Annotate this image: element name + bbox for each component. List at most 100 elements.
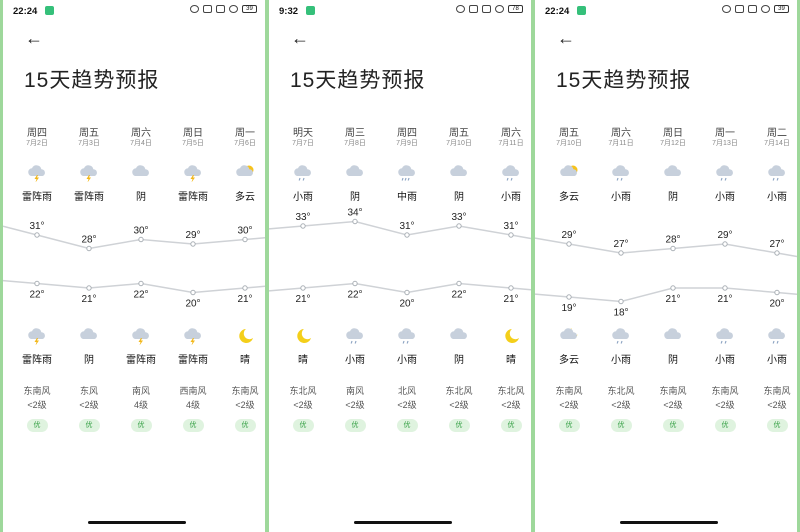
aqi-badge: 优 — [751, 419, 797, 432]
back-arrow-icon[interactable]: ← — [25, 29, 43, 47]
wind-direction: 东南风 — [231, 386, 259, 396]
low-temp-label: 21° — [665, 294, 680, 305]
low-temp-label: 21° — [295, 294, 310, 305]
battery-icon: 78 — [508, 5, 523, 13]
light-rain-icon — [381, 327, 433, 347]
wifi-icon — [495, 5, 504, 13]
phone-screen-3: 22:24 39 ← 15天趋势预报 周五 7月10日 多云 多云 东南风 <2级优周六 7月11日… — [535, 0, 797, 532]
low-temp-point — [722, 285, 728, 291]
night-condition: 阴 — [668, 355, 678, 366]
high-temp-point — [138, 236, 144, 243]
day-condition: 雷阵雨 — [22, 192, 52, 203]
aqi-badge: 优 — [329, 419, 381, 432]
night-condition: 多云 — [559, 355, 579, 366]
low-temp-line — [269, 282, 531, 294]
overcast-icon — [433, 327, 485, 347]
high-temp-point — [456, 223, 462, 229]
night-condition: 晴 — [298, 355, 308, 366]
aqi-label: 优 — [448, 419, 470, 432]
signal-2-icon — [748, 5, 757, 13]
low-temp-point — [352, 280, 358, 287]
aqi-badge: 优 — [485, 419, 531, 432]
high-temp-point — [404, 232, 410, 238]
back-arrow-icon[interactable]: ← — [557, 29, 575, 47]
thunder-icon — [63, 164, 115, 184]
thunder-icon — [11, 164, 63, 184]
wind-direction: 东北风 — [497, 386, 525, 396]
status-time: 9:32 — [279, 6, 299, 17]
app-notification-icon — [45, 6, 54, 15]
date-label: 7月4日 — [130, 140, 152, 147]
aqi-label: 优 — [130, 419, 152, 432]
high-temp-point — [86, 245, 92, 252]
day-condition: 阴 — [454, 192, 464, 203]
low-temp-point — [566, 294, 572, 300]
low-temp-label: 18° — [613, 308, 628, 319]
overcast-icon — [647, 327, 699, 347]
aqi-label: 优 — [234, 419, 256, 432]
overcast-icon — [115, 164, 167, 184]
aqi-label: 优 — [396, 419, 418, 432]
aqi-badge: 优 — [115, 419, 167, 432]
status-bar: 9:32 78 — [269, 0, 531, 22]
aqi-label: 优 — [610, 419, 632, 432]
wind-direction: 东南风 — [711, 386, 739, 396]
day-condition: 阴 — [350, 192, 360, 203]
day-label: 周一 — [715, 128, 735, 139]
high-temp-label: 29° — [185, 230, 200, 241]
aqi-badge: 优 — [11, 419, 63, 432]
back-arrow-icon[interactable]: ← — [291, 29, 309, 47]
low-temp-point — [300, 285, 306, 291]
aqi-badge: 优 — [647, 419, 699, 432]
wind-level: <2级 — [27, 400, 47, 410]
wind-direction: 东南风 — [555, 386, 583, 396]
thunder-icon — [167, 327, 219, 347]
low-temp-label: 22° — [451, 290, 466, 301]
day-label: 周六 — [501, 128, 521, 139]
day-condition: 雷阵雨 — [178, 192, 208, 203]
temperature-chart: 29° 27° 28° 29° 27° 19° 18° 21° 21° 20° — [535, 230, 797, 319]
day-condition: 阴 — [668, 192, 678, 203]
night-condition: 小雨 — [345, 355, 365, 366]
high-temp-point — [618, 250, 624, 256]
date-label: 7月14日 — [764, 140, 790, 147]
high-temp-point — [300, 223, 306, 229]
high-temp-point — [352, 218, 358, 225]
high-temp-label: 31° — [503, 221, 518, 232]
date-label: 7月2日 — [26, 140, 48, 147]
low-temp-point — [670, 285, 676, 291]
day-label: 明天 — [293, 128, 313, 139]
aqi-label: 优 — [292, 419, 314, 432]
phone-screen-1: 22:24 39 ← 15天趋势预报 周四 7月2日 雷阵雨 雷阵雨 东南风 <2级优周五 7月3日… — [3, 0, 265, 532]
aqi-label: 优 — [344, 419, 366, 432]
day-label: 周六 — [131, 128, 151, 139]
low-temp-point — [190, 289, 196, 296]
status-time: 22:24 — [13, 6, 38, 17]
high-temp-point — [566, 241, 572, 247]
moderate-rain-icon — [381, 164, 433, 184]
aqi-badge: 优 — [167, 419, 219, 432]
wind-direction: 东南风 — [23, 386, 51, 396]
night-condition: 小雨 — [611, 355, 631, 366]
signal-icon — [469, 5, 478, 13]
low-temp-point — [138, 280, 144, 287]
low-temp-label: 20° — [399, 299, 414, 310]
wind-level: 4级 — [133, 400, 148, 410]
partly-cloudy-icon — [543, 164, 595, 184]
light-rain-icon — [485, 164, 531, 184]
light-rain-icon — [329, 327, 381, 347]
low-temp-point — [404, 289, 410, 296]
low-temp-point — [508, 285, 514, 291]
overcast-icon — [63, 327, 115, 347]
low-temp-label: 21° — [237, 294, 252, 305]
day-label: 周五 — [79, 128, 99, 139]
moon-icon — [219, 327, 265, 347]
low-temp-label: 21° — [81, 294, 96, 305]
aqi-badge: 优 — [433, 419, 485, 432]
day-condition: 小雨 — [611, 192, 631, 203]
home-indicator[interactable] — [620, 521, 718, 524]
home-indicator[interactable] — [88, 521, 186, 524]
aqi-badge: 优 — [595, 419, 647, 432]
home-indicator[interactable] — [354, 521, 452, 524]
wind-level: <2级 — [663, 400, 683, 410]
